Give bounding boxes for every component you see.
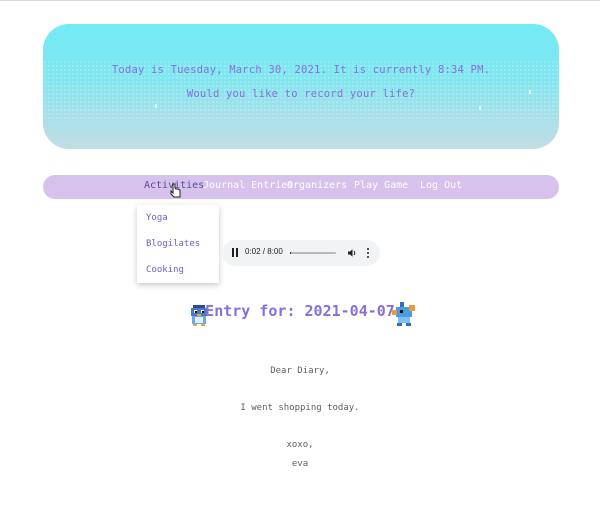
nav-organizers[interactable]: Organizers [287,180,347,191]
entry-closing: xoxo, [286,440,314,450]
seek-progress [290,252,291,254]
pause-icon[interactable] [232,248,239,257]
activities-dropdown: Yoga Blogilates Cooking [137,205,219,283]
date-time-text: Today is Tuesday, March 30, 2021. It is … [111,64,491,76]
audio-player: 0:02 / 8:00 [222,240,380,266]
dropdown-item-cooking[interactable]: Cooking [146,265,184,275]
prompt-text: Would you like to record your life? [186,88,416,100]
cursor-icon [170,183,181,198]
playback-time: 0:02 / 8:00 [245,247,283,256]
sparkle-icon [155,104,157,108]
dropdown-item-yoga[interactable]: Yoga [146,213,168,223]
entry-signature: eva [291,459,309,469]
entry-greeting: Dear Diary, [270,366,330,376]
entry-title: Entry for: 2021-04-07 [205,302,395,320]
dropdown-item-blogilates[interactable]: Blogilates [146,239,200,249]
fish-sprite-icon [392,302,415,326]
volume-icon[interactable] [347,248,357,258]
more-options-icon[interactable] [367,248,370,258]
sparkle-icon [479,106,481,110]
top-border [0,0,600,1]
nav-play-game[interactable]: Play Game [354,180,408,191]
seek-slider[interactable] [290,252,336,254]
header-banner: Today is Tuesday, March 30, 2021. It is … [43,24,559,149]
entry-body: I went shopping today. [240,403,360,413]
nav-journal-entries[interactable]: Journal Entries [203,180,293,191]
sparkle-icon [529,90,531,94]
main-nav: Activities Journal Entries Organizers Pl… [43,175,559,199]
nav-log-out[interactable]: Log Out [420,180,462,191]
